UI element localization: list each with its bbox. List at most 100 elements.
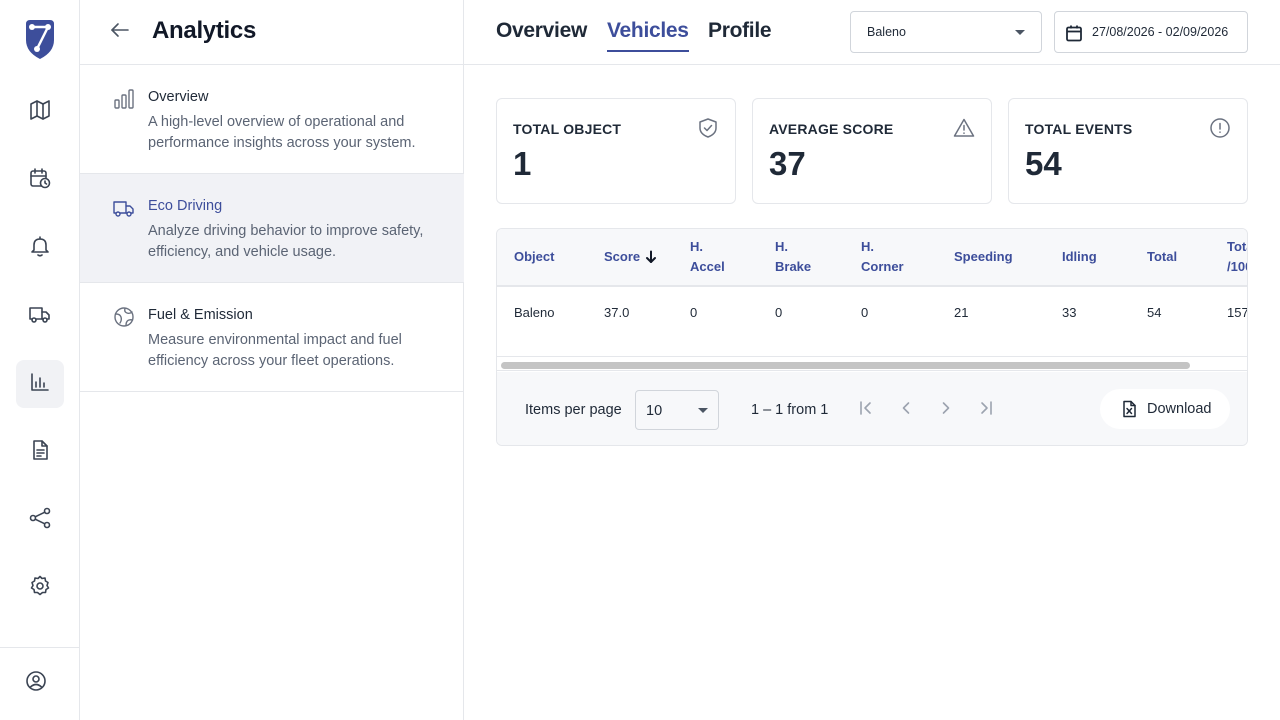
column-header-line: Total: [1227, 239, 1247, 254]
nav-share[interactable]: [16, 496, 64, 544]
first-page-button[interactable]: [854, 398, 878, 422]
cell-object: Baleno: [514, 305, 555, 320]
stat-label: AVERAGE SCORE: [769, 121, 894, 137]
nav-account[interactable]: [12, 659, 60, 707]
nav-vehicles[interactable]: [16, 292, 64, 340]
schedule-icon: [28, 166, 52, 195]
bar-chart-icon: [112, 87, 136, 111]
column-header-line: /100: [1227, 259, 1247, 274]
download-button[interactable]: Download: [1100, 389, 1230, 429]
nav-map[interactable]: [16, 88, 64, 136]
panel-header: Analytics: [80, 0, 464, 65]
scrollbar-thumb[interactable]: [501, 362, 1190, 369]
last-page-icon: [976, 398, 996, 423]
last-page-button[interactable]: [974, 398, 998, 422]
tab-overview[interactable]: Overview: [496, 19, 587, 43]
nav-schedule[interactable]: [16, 156, 64, 204]
cell-score: 37.0: [604, 305, 630, 320]
rail-divider: [0, 647, 80, 648]
nav-settings[interactable]: [16, 564, 64, 612]
first-page-icon: [856, 398, 876, 423]
chevron-down-icon: [1015, 30, 1025, 35]
table-row[interactable]: Baleno 37.0 0 0 0 21 33 54 157: [497, 287, 1248, 357]
items-per-page-label: Items per page: [525, 402, 622, 418]
events-table: Object Score H. Accel H. Brake H. Corner…: [496, 228, 1248, 446]
truck-icon: [28, 302, 52, 331]
analytics-panel: Analytics Overview A high-level overview…: [80, 0, 464, 720]
bell-icon: [28, 234, 52, 263]
nav-notifications[interactable]: [16, 224, 64, 272]
items-per-page-select[interactable]: 10: [635, 390, 719, 430]
date-range-picker[interactable]: 27/08/2026 - 02/09/2026: [1054, 11, 1248, 53]
stat-label: TOTAL OBJECT: [513, 121, 622, 137]
nav-rail: [0, 0, 80, 720]
next-page-button[interactable]: [934, 398, 958, 422]
column-header-speeding[interactable]: Speeding: [954, 247, 1013, 267]
column-header-score[interactable]: Score: [604, 247, 658, 270]
cell-total-per-100: 157: [1227, 305, 1248, 320]
info-circle-icon: [1209, 117, 1231, 139]
pagination-range: 1 – 1 from 1: [751, 402, 829, 418]
stat-card-total-events: TOTAL EVENTS 54: [1008, 98, 1248, 204]
stat-card-average-score: AVERAGE SCORE 37: [752, 98, 992, 204]
share-icon: [28, 506, 52, 535]
table-header: Object Score H. Accel H. Brake H. Corner…: [497, 229, 1247, 287]
menu-item-overview[interactable]: Overview A high-level overview of operat…: [80, 65, 464, 174]
menu-item-description: A high-level overview of operational and…: [148, 114, 416, 151]
column-header-object[interactable]: Object: [514, 247, 554, 267]
cell-total: 54: [1147, 305, 1162, 320]
cell-h-brake: 0: [775, 305, 783, 320]
column-header-line: H.: [775, 239, 788, 254]
arrow-down-icon: [644, 250, 658, 270]
menu-item-eco-driving[interactable]: Eco Driving Analyze driving behavior to …: [80, 174, 464, 283]
nav-reports[interactable]: [16, 428, 64, 476]
chevron-down-icon: [698, 408, 708, 413]
column-header-total-per-100[interactable]: Total /100: [1227, 237, 1247, 277]
items-per-page-value: 10: [646, 403, 663, 419]
horizontal-scrollbar[interactable]: [497, 359, 1247, 371]
column-header-h-corner[interactable]: H. Corner: [861, 237, 904, 277]
tab-profile[interactable]: Profile: [708, 19, 772, 43]
excel-file-icon: [1120, 400, 1138, 418]
menu-item-title: Fuel & Emission: [148, 307, 253, 323]
nav-analytics[interactable]: [16, 360, 64, 408]
download-label: Download: [1147, 401, 1212, 417]
map-icon: [28, 98, 52, 127]
column-header-h-accel[interactable]: H. Accel: [690, 237, 725, 277]
menu-item-title: Eco Driving: [148, 198, 223, 214]
stat-value: 1: [513, 145, 532, 182]
globe-icon: [112, 305, 136, 329]
cell-h-corner: 0: [861, 305, 869, 320]
prev-page-button[interactable]: [894, 398, 918, 422]
column-header-total[interactable]: Total: [1147, 247, 1177, 267]
vehicle-select-value: Baleno: [867, 25, 906, 39]
column-header-idling[interactable]: Idling: [1062, 247, 1097, 267]
vehicle-select[interactable]: Baleno: [850, 11, 1042, 53]
menu-item-description: Analyze driving behavior to improve safe…: [148, 223, 424, 260]
column-header-label: Score: [604, 249, 641, 264]
warning-icon: [953, 117, 975, 139]
column-header-line: H.: [690, 239, 703, 254]
shield-check-icon: [697, 117, 719, 139]
table-footer: Items per page 10 1 – 1 from 1 Download: [497, 372, 1247, 445]
stat-label: TOTAL EVENTS: [1025, 121, 1133, 137]
chevron-left-icon: [896, 398, 916, 423]
menu-item-fuel-emission[interactable]: Fuel & Emission Measure environmental im…: [80, 283, 464, 392]
arrow-left-icon: [108, 18, 132, 47]
tab-vehicles[interactable]: Vehicles: [607, 19, 689, 52]
column-header-h-brake[interactable]: H. Brake: [775, 237, 811, 277]
calendar-icon: [1065, 24, 1083, 42]
column-header-line: Brake: [775, 259, 812, 274]
column-header-line: Corner: [861, 259, 904, 274]
chart-icon: [28, 370, 52, 399]
stat-card-total-object: TOTAL OBJECT 1: [496, 98, 736, 204]
document-icon: [28, 438, 52, 467]
column-header-line: Accel: [690, 259, 725, 274]
chevron-right-icon: [936, 398, 956, 423]
stat-value: 37: [769, 145, 806, 182]
menu-item-title: Overview: [148, 89, 209, 105]
back-button[interactable]: [106, 18, 134, 46]
cell-h-accel: 0: [690, 305, 698, 320]
gear-icon: [28, 574, 52, 603]
app-logo[interactable]: [22, 18, 58, 60]
